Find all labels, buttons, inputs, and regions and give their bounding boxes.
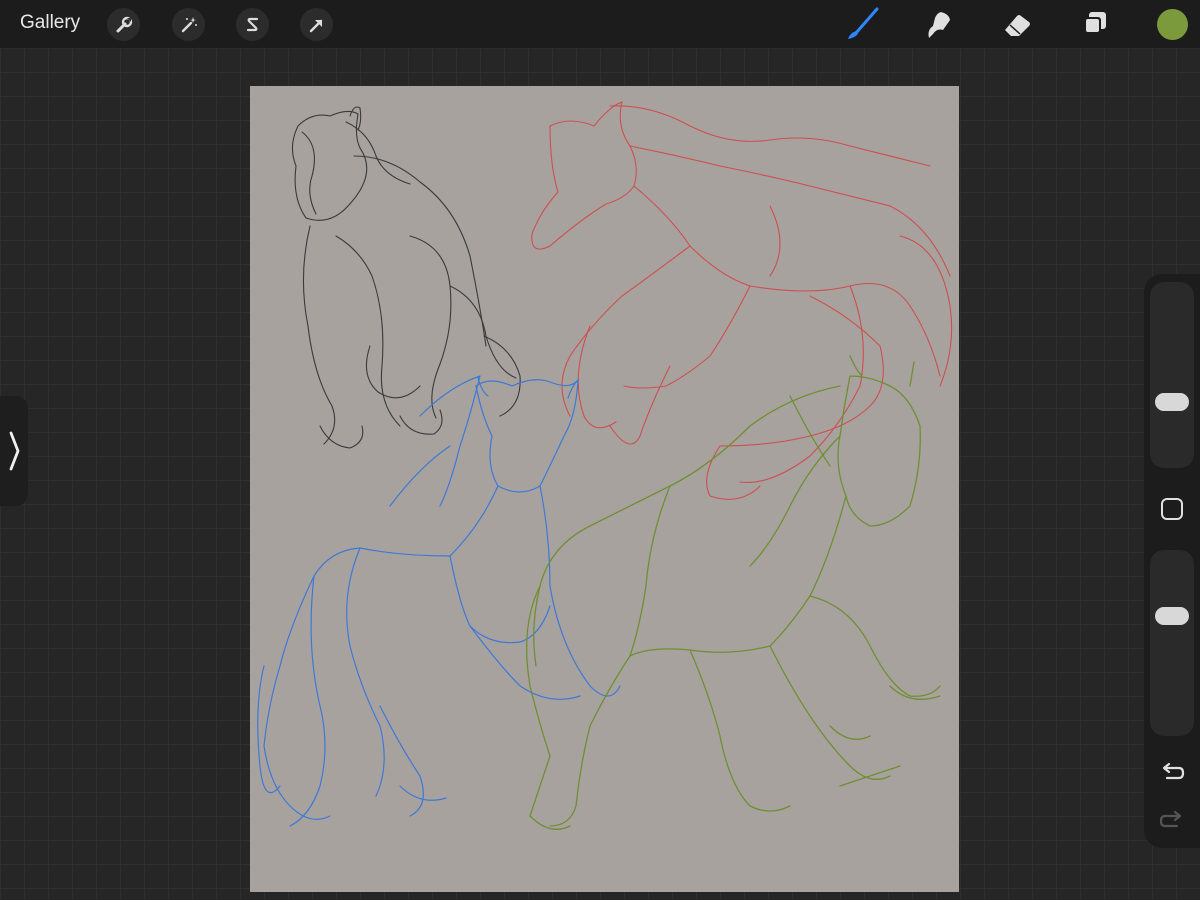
layers-icon <box>1084 12 1106 34</box>
selection-button[interactable] <box>236 8 269 41</box>
smudge-icon <box>928 12 950 38</box>
actions-button[interactable] <box>107 8 140 41</box>
opacity-slider[interactable] <box>1150 550 1194 736</box>
opacity-thumb[interactable] <box>1155 606 1189 625</box>
modify-button[interactable] <box>1159 496 1185 522</box>
top-toolbar: Gallery <box>0 0 1200 49</box>
layers-button[interactable] <box>1076 6 1114 42</box>
brush-size-thumb[interactable] <box>1155 393 1189 412</box>
erase-tool-button[interactable] <box>998 6 1036 42</box>
red-horse-sketch <box>531 101 953 500</box>
brush-sidebar <box>1144 274 1200 848</box>
eraser-icon <box>1005 15 1030 36</box>
gallery-button[interactable]: Gallery <box>20 12 80 34</box>
transform-button[interactable] <box>300 8 333 41</box>
selection-icon <box>246 17 258 31</box>
undo-button[interactable] <box>1158 760 1186 786</box>
redo-button[interactable] <box>1158 808 1186 834</box>
undo-icon <box>1162 762 1185 780</box>
drawing-canvas[interactable] <box>250 86 959 892</box>
smudge-tool-button[interactable] <box>920 6 958 42</box>
chevron-right-icon <box>9 431 20 471</box>
wrench-icon <box>116 16 132 32</box>
brush-icon <box>848 7 879 39</box>
brush-size-slider[interactable] <box>1150 282 1194 468</box>
paint-tool-button[interactable] <box>843 6 881 42</box>
sidebar-toggle-button[interactable] <box>0 396 28 506</box>
blue-horse-sketch <box>257 375 621 827</box>
black-horse-sketch <box>291 106 521 449</box>
color-swatch[interactable] <box>1157 9 1188 40</box>
adjustments-button[interactable] <box>172 8 205 41</box>
magic-wand-icon <box>181 16 197 32</box>
square-icon <box>1161 498 1183 520</box>
arrow-cursor-icon <box>309 19 322 32</box>
green-horse-sketch <box>526 355 941 830</box>
redo-icon <box>1159 810 1182 828</box>
